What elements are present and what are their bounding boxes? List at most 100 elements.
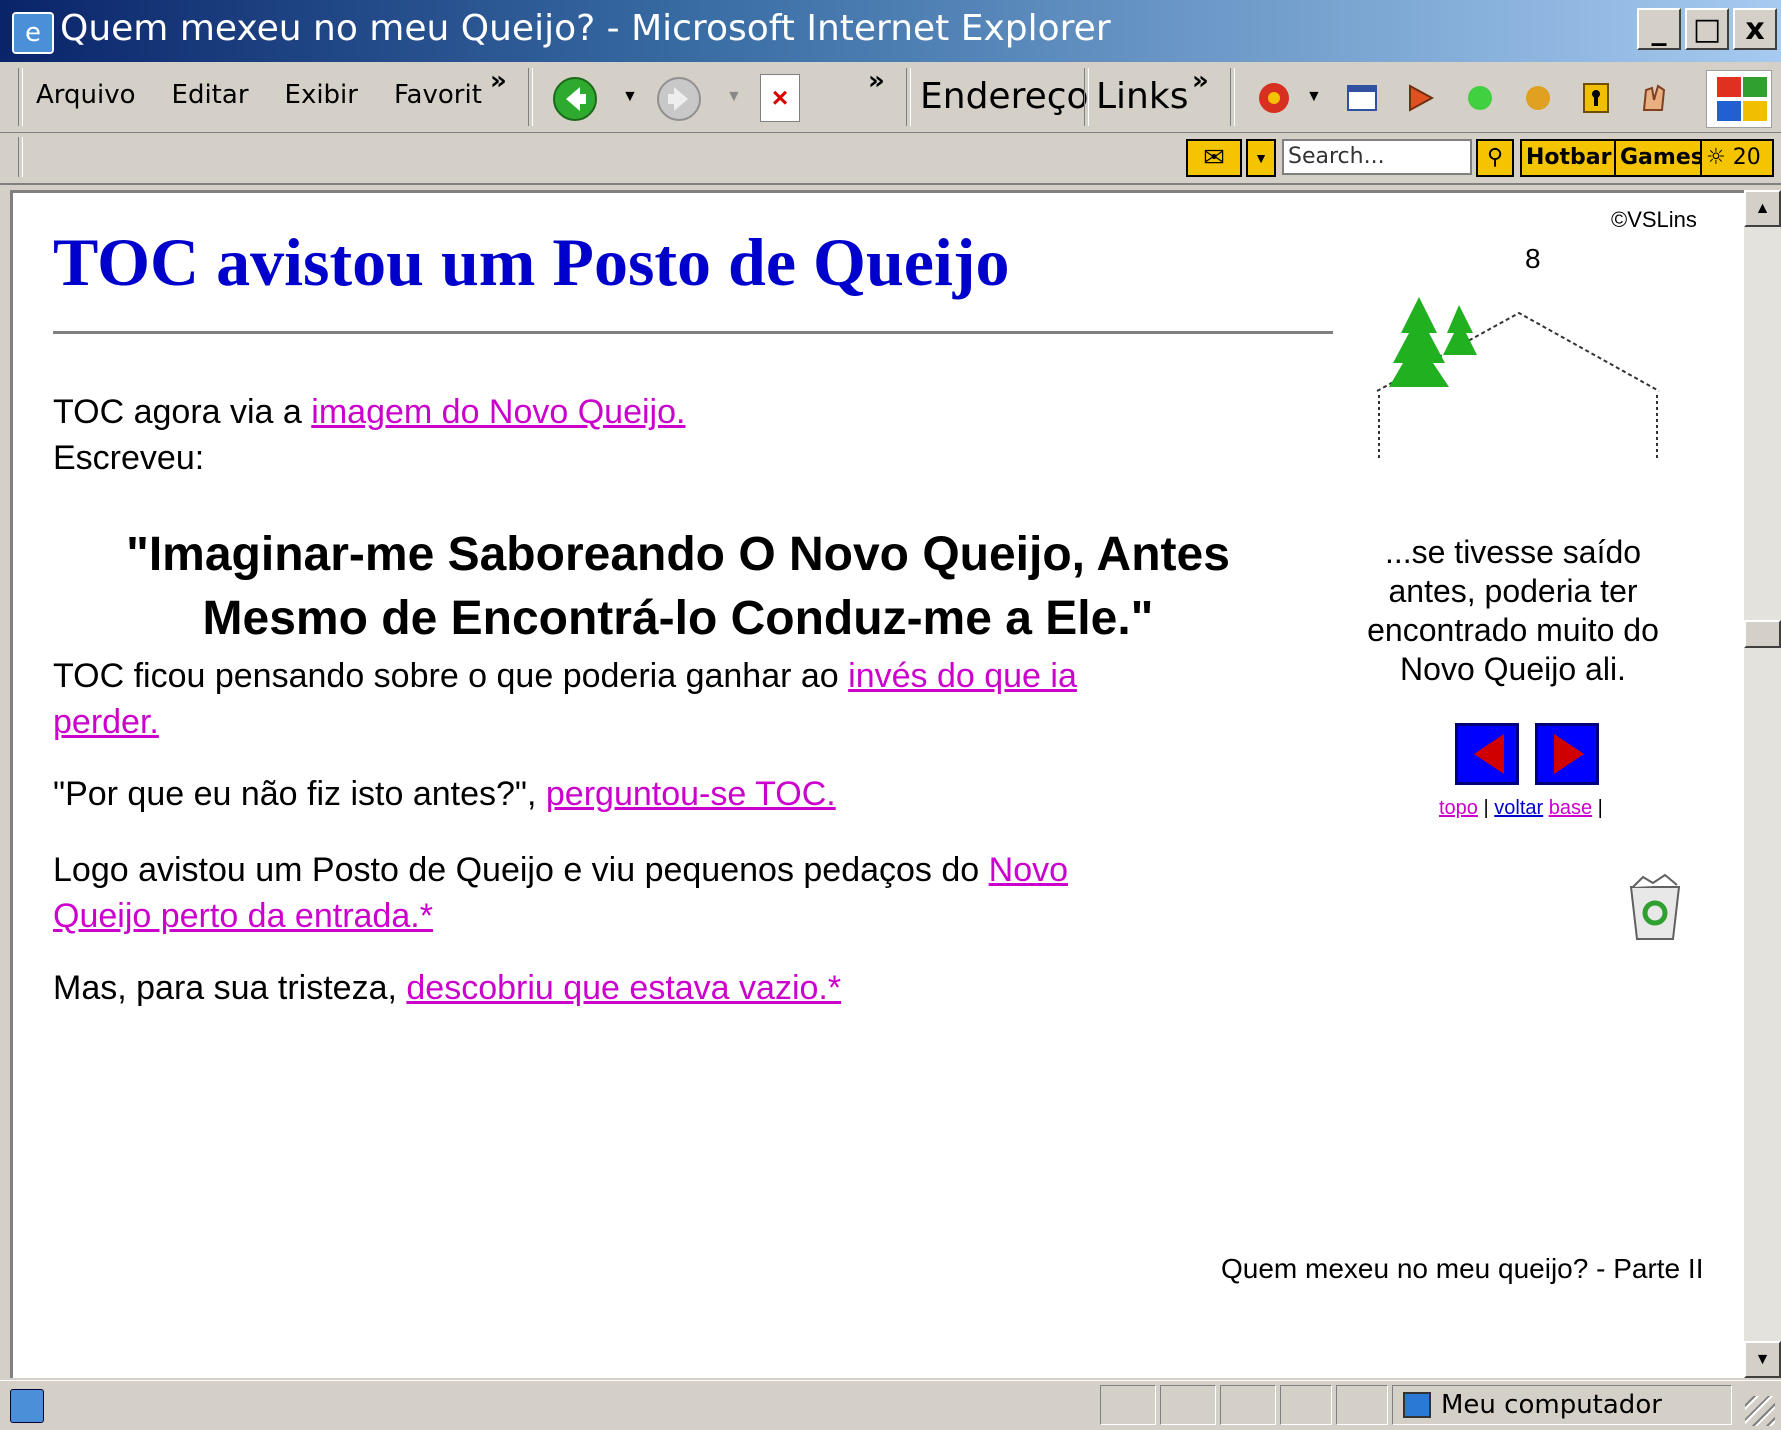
links-overflow-chevron[interactable]: » [1192,66,1209,96]
stop-icon[interactable]: × [760,74,800,122]
page-viewport: ©VSLins 8 TOC avistou um Posto de Queijo… [10,190,1744,1378]
link-descobriu-que-estava-vazio[interactable]: descobriu que estava vazio.* [406,969,841,1007]
address-label[interactable]: Endereço [920,76,1089,117]
toolbar-separator [528,68,533,126]
window-controls: _ □ x [1637,8,1777,50]
link-queijo-perto-da-entrada[interactable]: Queijo perto da entrada.* [53,897,433,935]
toolbar-grip[interactable] [18,137,23,177]
footer-text: Quem mexeu no meu queijo? - Parte II [1221,1253,1704,1284]
zone-label: Meu computador [1441,1390,1662,1420]
page-number: 8 [1525,243,1541,274]
previous-page-arrow-icon[interactable] [1455,723,1519,785]
page-nav-arrows [1455,723,1599,785]
scroll-down-icon[interactable]: ▼ [1744,1341,1781,1378]
minimize-button[interactable]: _ [1637,8,1681,50]
my-computer-icon [1403,1392,1431,1418]
paragraph-5: Mas, para sua tristeza, descobriu que es… [53,965,841,1011]
menu-item-editar[interactable]: Editar [172,80,249,110]
menu-bar: Arquivo Editar Exibir Favorit [36,80,482,110]
recycle-bin-icon[interactable] [1623,873,1687,943]
mail-dropdown-icon[interactable]: ▼ [1246,139,1276,177]
title-bar: e Quem mexeu no meu Queijo? - Microsoft … [0,0,1781,62]
window-icon[interactable] [1344,80,1380,116]
green-dot-icon[interactable] [1462,80,1498,116]
maximize-button[interactable]: □ [1685,8,1729,50]
links-label[interactable]: Links [1096,76,1188,117]
quote-text: "Imaginar-me Saboreando O Novo Queijo, A… [126,528,1230,645]
search-toolbar: ✉ ▼ Search... ⚲ Hotbar Games ☼ 20 [0,133,1781,185]
security-zone: Meu computador [1392,1385,1732,1425]
status-bar: Meu computador [0,1380,1781,1430]
forward-dropdown-icon[interactable]: ▼ [726,88,742,106]
scroll-up-icon[interactable]: ▲ [1744,190,1781,227]
paragraph-2: TOC ficou pensando sobre o que poderia g… [53,653,1077,745]
windows-logo-icon [1706,70,1772,128]
menu-overflow-chevron[interactable]: » [490,66,507,96]
games-button[interactable]: Games [1614,139,1710,177]
status-pane [1280,1385,1332,1425]
status-pane [1160,1385,1216,1425]
ie-icon[interactable]: e [12,12,54,54]
hands-icon[interactable] [1636,80,1672,116]
status-pane [1220,1385,1276,1425]
player-icon[interactable] [1402,80,1438,116]
weather-icon: ☼ [1706,145,1726,170]
toolbar-grip[interactable] [18,68,23,126]
page-status-icon [10,1389,44,1423]
side-caption: ...se tivesse saído antes, poderia ter e… [1367,534,1659,687]
title-divider [53,331,1333,334]
close-button[interactable]: x [1733,8,1777,50]
forward-icon[interactable] [656,76,702,122]
media-dropdown-icon[interactable]: ▼ [1306,88,1322,106]
main-toolbar: Arquivo Editar Exibir Favorit » ▼ ▼ × » … [0,62,1781,133]
back-dropdown-icon[interactable]: ▼ [622,88,638,106]
weather-temperature: 20 [1732,145,1761,170]
link-inves-do-que-ia[interactable]: invés do que ia [848,657,1077,695]
window-title: Quem mexeu no meu Queijo? - Microsoft In… [60,8,1111,49]
paragraph-4: Logo avistou um Posto de Queijo e viu pe… [53,847,1068,939]
menu-item-arquivo[interactable]: Arquivo [36,80,136,110]
menu-item-favoritos[interactable]: Favorit [394,80,482,110]
status-pane [1336,1385,1388,1425]
link-base[interactable]: base [1549,797,1592,819]
paragraph-1-text: TOC agora via a [53,393,312,431]
paragraph-3-text: "Por que eu não fiz isto antes?", [53,775,546,813]
paragraph-1: TOC agora via a imagem do Novo Queijo. E… [53,389,685,481]
search-input[interactable]: Search... [1282,139,1472,175]
next-page-arrow-icon[interactable] [1535,723,1599,785]
cheese-station-illustration [1376,297,1660,461]
weather-button[interactable]: ☼ 20 [1700,139,1774,177]
yellow-dot-icon[interactable] [1520,80,1556,116]
link-perder[interactable]: perder. [53,703,159,741]
link-topo[interactable]: topo [1439,797,1478,819]
resize-grip[interactable] [1745,1396,1775,1426]
page-nav-links: topo | voltar base | [1439,797,1603,820]
menu-item-exibir[interactable]: Exibir [285,80,358,110]
hotbar-button[interactable]: Hotbar [1520,139,1618,177]
nav-separator: | [1483,797,1489,819]
paragraph-2-text: TOC ficou pensando sobre o que poderia g… [53,657,849,695]
toolbar-overflow-chevron[interactable]: » [868,66,885,96]
status-pane [1100,1385,1156,1425]
paragraph-5-text: Mas, para sua tristeza, [53,969,407,1007]
link-perguntou-se-toc[interactable]: perguntou-se TOC. [546,775,836,813]
paragraph-3: "Por que eu não fiz isto antes?", pergun… [53,771,836,817]
toolbar-separator [906,68,911,126]
media-icon[interactable] [1256,80,1292,116]
paragraph-1-line2: Escreveu: [53,439,205,477]
nav-separator: | [1597,797,1603,819]
link-voltar[interactable]: voltar [1494,797,1543,819]
link-novo[interactable]: Novo [989,851,1068,889]
vertical-scrollbar[interactable]: ▲ ▼ [1744,190,1781,1378]
scroll-thumb[interactable] [1744,620,1781,648]
toolbar-separator [1084,68,1089,126]
paragraph-4-text: Logo avistou um Posto de Queijo e viu pe… [53,851,989,889]
back-icon[interactable] [552,76,598,122]
mail-icon[interactable]: ✉ [1186,139,1242,177]
page-title: TOC avistou um Posto de Queijo [53,224,1010,300]
toolbar-separator [1230,68,1235,126]
link-imagem-novo-queijo[interactable]: imagem do Novo Queijo. [311,393,685,431]
copyright-text: ©VSLins [1611,207,1697,232]
keyhole-icon[interactable] [1578,80,1614,116]
search-icon[interactable]: ⚲ [1476,139,1514,177]
